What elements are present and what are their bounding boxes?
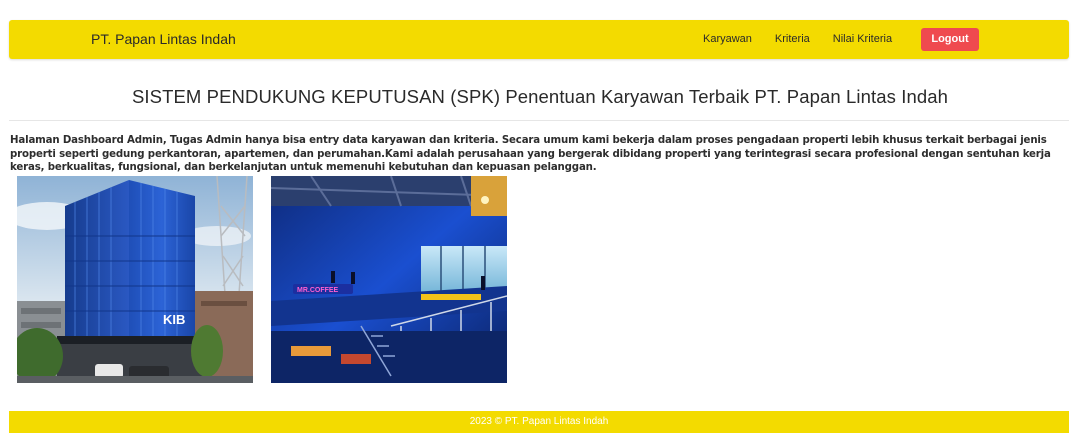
navbar: PT. Papan Lintas Indah Karyawan Kriteria… [9, 20, 1069, 59]
footer-copyright: 2023 © PT. Papan Lintas Indah [469, 416, 609, 427]
brand-link[interactable]: PT. Papan Lintas Indah [91, 31, 236, 47]
footer: 2023 © PT. Papan Lintas Indah [9, 411, 1069, 433]
nav-link-nilai-kriteria[interactable]: Nilai Kriteria [833, 33, 892, 45]
coffee-sign-text: MR.COFFEE [297, 287, 339, 294]
office-interior-photo: MR.COFFEE [271, 176, 507, 383]
kib-sign-text: KIB [163, 312, 185, 327]
dashboard-description: Halaman Dashboard Admin, Tugas Admin han… [10, 135, 1051, 173]
divider [9, 120, 1069, 121]
office-building-photo: KIB [17, 176, 253, 383]
page: PT. Papan Lintas Indah Karyawan Kriteria… [0, 0, 1080, 434]
page-title: SISTEM PENDUKUNG KEPUTUSAN (SPK) Penentu… [131, 86, 949, 107]
nav-link-kriteria[interactable]: Kriteria [775, 33, 810, 45]
nav-links: Karyawan Kriteria Nilai Kriteria [703, 33, 892, 45]
logout-button[interactable]: Logout [921, 28, 979, 51]
nav-link-karyawan[interactable]: Karyawan [703, 33, 752, 45]
